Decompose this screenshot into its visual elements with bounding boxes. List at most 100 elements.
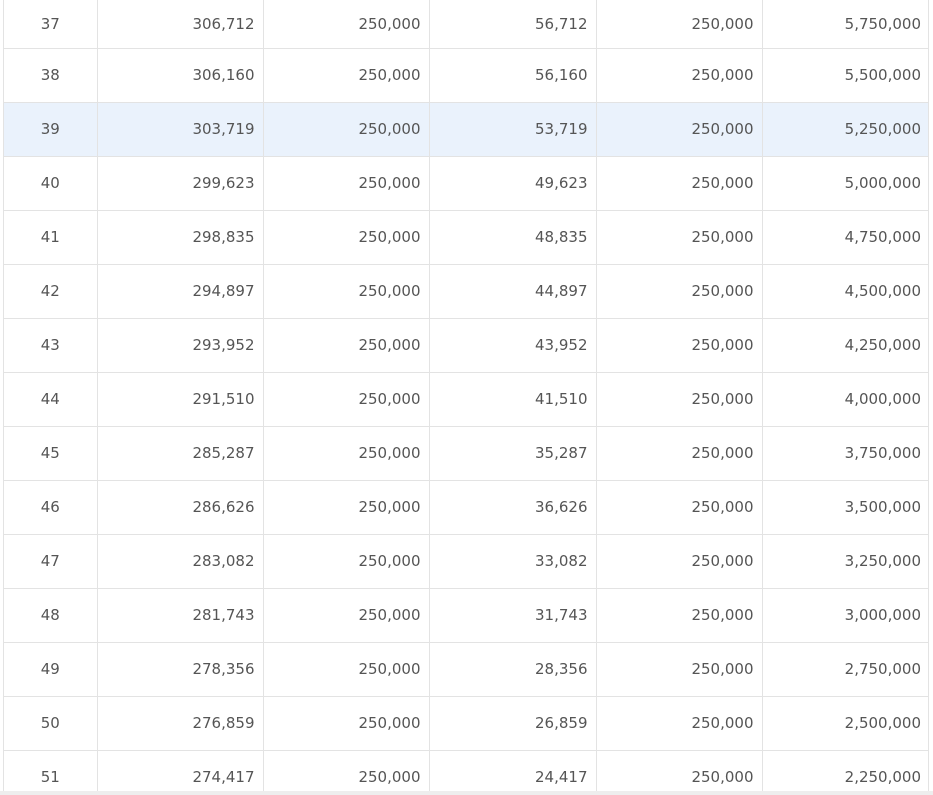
horizontal-scrollbar[interactable]	[0, 791, 933, 795]
table-row[interactable]: 38 306,160 250,000 56,160 250,000 5,500,000	[4, 48, 928, 103]
row-number-cell: 43	[4, 318, 98, 373]
table-cell: 299,623	[97, 156, 264, 211]
table-cell: 250,000	[596, 48, 763, 103]
table-cell: 250,000	[596, 210, 763, 265]
table-cell: 250,000	[263, 48, 430, 103]
table-cell: 303,719	[97, 102, 264, 157]
table-cell: 250,000	[596, 696, 763, 751]
table-cell: 4,000,000	[762, 372, 928, 427]
row-number-cell: 42	[4, 264, 98, 319]
table-cell: 250,000	[263, 750, 430, 791]
table-row[interactable]: 40 299,623 250,000 49,623 250,000 5,000,000	[4, 156, 928, 211]
table-cell: 250,000	[596, 264, 763, 319]
table-cell: 2,250,000	[762, 750, 928, 791]
table-cell: 293,952	[97, 318, 264, 373]
table-cell: 250,000	[596, 534, 763, 589]
table-cell: 250,000	[596, 642, 763, 697]
table-row[interactable]: 51 274,417 250,000 24,417 250,000 2,250,000	[4, 750, 928, 791]
table-row[interactable]: 50 276,859 250,000 26,859 250,000 2,500,000	[4, 696, 928, 751]
table-cell: 278,356	[97, 642, 264, 697]
table-cell: 250,000	[263, 0, 430, 49]
table-cell: 250,000	[263, 372, 430, 427]
table-row[interactable]: 41 298,835 250,000 48,835 250,000 4,750,000	[4, 210, 928, 265]
table-cell: 250,000	[263, 426, 430, 481]
table-cell: 43,952	[429, 318, 597, 373]
table-row[interactable]: 46 286,626 250,000 36,626 250,000 3,500,000	[4, 480, 928, 535]
table-row[interactable]: 47 283,082 250,000 33,082 250,000 3,250,000	[4, 534, 928, 589]
table-cell: 250,000	[263, 264, 430, 319]
row-number-cell: 44	[4, 372, 98, 427]
table-cell: 306,160	[97, 48, 264, 103]
row-number-cell: 48	[4, 588, 98, 643]
table-row[interactable]: 43 293,952 250,000 43,952 250,000 4,250,000	[4, 318, 928, 373]
row-number-cell: 40	[4, 156, 98, 211]
table-cell: 35,287	[429, 426, 597, 481]
table-cell: 2,500,000	[762, 696, 928, 751]
table-cell: 24,417	[429, 750, 597, 791]
table-cell: 250,000	[596, 102, 763, 157]
table-cell: 3,000,000	[762, 588, 928, 643]
table-cell: 3,500,000	[762, 480, 928, 535]
table-cell: 286,626	[97, 480, 264, 535]
table-row[interactable]: 45 285,287 250,000 35,287 250,000 3,750,000	[4, 426, 928, 481]
row-number-cell: 45	[4, 426, 98, 481]
row-number-cell: 51	[4, 750, 98, 791]
table-cell: 250,000	[596, 750, 763, 791]
row-number-cell: 49	[4, 642, 98, 697]
table-cell: 5,750,000	[762, 0, 928, 49]
table-cell: 4,250,000	[762, 318, 928, 373]
table-cell: 250,000	[263, 210, 430, 265]
table-cell: 4,750,000	[762, 210, 928, 265]
table-cell: 276,859	[97, 696, 264, 751]
table-cell: 53,719	[429, 102, 597, 157]
table-cell: 3,250,000	[762, 534, 928, 589]
table-cell: 306,712	[97, 0, 264, 49]
table-cell: 250,000	[596, 0, 763, 49]
table-cell: 36,626	[429, 480, 597, 535]
table-cell: 294,897	[97, 264, 264, 319]
table-row[interactable]: 39 303,719 250,000 53,719 250,000 5,250,000	[4, 102, 928, 157]
row-number-cell: 50	[4, 696, 98, 751]
table-cell: 285,287	[97, 426, 264, 481]
table-cell: 250,000	[596, 588, 763, 643]
table-cell: 56,712	[429, 0, 597, 49]
table-row[interactable]: 42 294,897 250,000 44,897 250,000 4,500,000	[4, 264, 928, 319]
table-cell: 5,000,000	[762, 156, 928, 211]
table-cell: 250,000	[596, 426, 763, 481]
table-cell: 44,897	[429, 264, 597, 319]
table-cell: 3,750,000	[762, 426, 928, 481]
table-cell: 274,417	[97, 750, 264, 791]
table-cell: 250,000	[263, 534, 430, 589]
table-cell: 2,750,000	[762, 642, 928, 697]
table-cell: 250,000	[596, 156, 763, 211]
table-cell: 250,000	[596, 480, 763, 535]
table-cell: 250,000	[263, 642, 430, 697]
table-cell: 56,160	[429, 48, 597, 103]
table-cell: 5,250,000	[762, 102, 928, 157]
row-number-cell: 47	[4, 534, 98, 589]
table-cell: 250,000	[263, 480, 430, 535]
table-cell: 5,500,000	[762, 48, 928, 103]
row-number-cell: 39	[4, 102, 98, 157]
table-body: 37 306,712 250,000 56,712 250,000 5,750,000 38…	[4, 0, 928, 791]
row-number-cell: 37	[4, 0, 98, 49]
table-cell: 31,743	[429, 588, 597, 643]
table-cell: 28,356	[429, 642, 597, 697]
schedule-table: 37 306,712 250,000 56,712 250,000 5,750,000 38…	[4, 0, 928, 791]
row-number-cell: 38	[4, 48, 98, 103]
table-row[interactable]: 48 281,743 250,000 31,743 250,000 3,000,000	[4, 588, 928, 643]
table-row[interactable]: 49 278,356 250,000 28,356 250,000 2,750,000	[4, 642, 928, 697]
table-cell: 250,000	[263, 102, 430, 157]
table-cell: 283,082	[97, 534, 264, 589]
table-cell: 26,859	[429, 696, 597, 751]
table-row[interactable]: 44 291,510 250,000 41,510 250,000 4,000,000	[4, 372, 928, 427]
table-cell: 250,000	[596, 318, 763, 373]
schedule-table-container[interactable]: 37 306,712 250,000 56,712 250,000 5,750,000 38…	[3, 0, 929, 791]
table-cell: 291,510	[97, 372, 264, 427]
table-cell: 281,743	[97, 588, 264, 643]
table-cell: 33,082	[429, 534, 597, 589]
table-row[interactable]: 37 306,712 250,000 56,712 250,000 5,750,000	[4, 0, 928, 49]
table-cell: 48,835	[429, 210, 597, 265]
table-cell: 250,000	[263, 156, 430, 211]
row-number-cell: 41	[4, 210, 98, 265]
